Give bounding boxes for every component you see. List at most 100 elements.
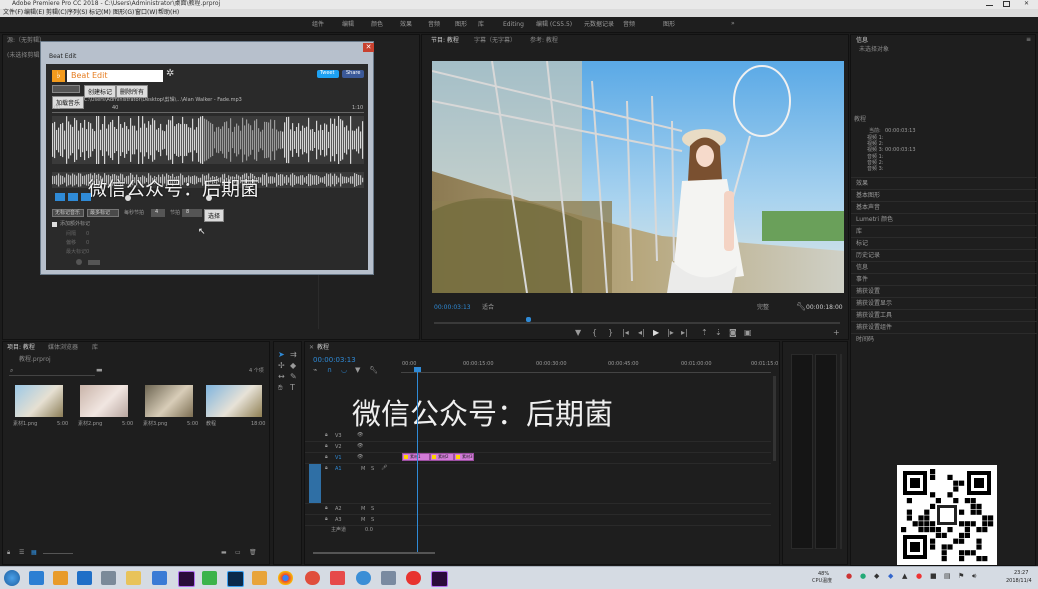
taskbar-ie-icon[interactable] [29,571,44,585]
workspace-tab[interactable]: Editing [503,22,524,28]
dropdown-small[interactable] [52,85,80,93]
workspace-tab[interactable]: 效果 [400,22,412,28]
share-button[interactable]: Share [342,70,364,78]
workspace-tab[interactable]: 音频 [623,22,635,28]
mark-out-icon[interactable]: } [608,329,613,337]
project-item[interactable]: 教程 18:00 [204,385,265,431]
comparison-view-icon[interactable]: ▣ [744,329,752,337]
beat-edit-close-button[interactable]: ✕ [363,43,374,52]
workspace-tab[interactable]: 音频 [428,22,440,28]
selection-tool-icon[interactable]: ➤ [278,351,285,359]
icon-view-icon[interactable]: ▦ [31,550,37,556]
taskbar-premiere-icon[interactable] [431,571,448,587]
video-track[interactable]: 🔒︎ V3 👁︎ [305,431,771,442]
delete-icon[interactable]: 🗑︎ [249,550,257,556]
step-back-icon[interactable]: ◂| [638,329,645,337]
track-lock-icon[interactable]: 🔒︎ [325,506,328,511]
resolution-select[interactable]: 完整 [757,305,769,311]
menu-window[interactable]: 窗口(W) [135,10,158,16]
linked-selection-icon[interactable]: ∩ [327,367,332,374]
extract-icon[interactable]: ⇣ [715,329,722,337]
project-item[interactable]: 素材3.png 5:00 [143,385,198,431]
program-timecode[interactable]: 00:00:03:13 [434,305,471,311]
track-lock-icon[interactable]: 🔒︎ [325,444,328,449]
master-track[interactable]: 主声道 0.0 [305,526,771,536]
settings-gear-icon[interactable]: ✲ [166,68,174,79]
mark-in-icon[interactable]: { [592,329,597,337]
play-icon[interactable]: ▶ [653,329,659,337]
new-item-icon[interactable]: ▭ [235,550,241,556]
taskbar-premiere-icon[interactable] [178,571,195,587]
tray-icons[interactable]: ● ● ◆ ◆ ▲ ● ■ ▤ ⚑ 🔊︎ [846,573,996,583]
panel-menu-icon[interactable]: ≡ [1026,37,1031,43]
apply-button[interactable]: 选择 [204,209,225,222]
add-marker-timeline-icon[interactable]: ▼ [355,367,360,374]
menu-marker[interactable]: 标记(M) [89,10,111,16]
more-workspaces-icon[interactable]: » [731,21,735,27]
tray-app-icon[interactable]: ◆ [888,573,893,580]
zoom-slider[interactable] [43,553,73,554]
taskbar-app-icon[interactable] [305,571,320,585]
pen-tool-icon[interactable]: ✎ [290,373,297,381]
audio-track[interactable]: 🔒︎ A2 M S [305,504,771,515]
track-select-tool-icon[interactable]: ⇉ [290,351,297,359]
go-to-in-icon[interactable]: |◂ [622,329,629,337]
add-button-icon[interactable]: + [833,329,840,337]
search-input[interactable]: ⌕ [9,367,95,376]
track-lock-icon[interactable]: 🔒︎ [325,466,328,471]
tray-app-icon[interactable]: ▲ [902,573,907,580]
program-scrub-bar[interactable] [434,322,840,324]
beat-field[interactable]: 8 [182,209,202,217]
track-eye-icon[interactable]: 👁︎ [357,455,363,460]
list-view-icon[interactable]: ☰ [19,550,24,556]
taskbar-wechat-icon[interactable] [202,571,217,585]
marker-mode-select[interactable]: 无标记音乐 [52,209,84,217]
tab-project[interactable]: 项目: 教程 [7,345,35,351]
timeline-clip[interactable]: 素材2 [430,453,454,461]
workspace-tab[interactable]: 元数据记录 [584,22,614,28]
taskbar-chrome-icon[interactable] [278,571,293,585]
audio-track[interactable]: 🔒︎ A3 M S [305,515,771,526]
new-bin-icon[interactable]: ▬ [221,550,227,556]
maximize-icon[interactable] [1003,1,1010,7]
add-marker-icon[interactable]: ▼ [575,329,581,337]
close-icon[interactable]: ✕ [1024,1,1029,7]
video-track[interactable]: 🔒︎ V1 👁︎ [305,453,771,464]
go-to-out-icon[interactable]: ▸| [681,329,688,337]
slip-tool-icon[interactable]: ↔ [278,373,285,381]
timeline-timecode[interactable]: 00:00:03:13 [313,357,356,364]
taskbar-app-icon[interactable] [330,571,345,585]
solo-button[interactable]: S [371,518,374,523]
menu-help[interactable]: 帮助(H) [158,10,179,16]
horizontal-scrollbar[interactable] [313,552,435,554]
timeline-sequence-tab[interactable]: 教程 [317,345,329,351]
playhead-handle[interactable] [414,367,421,372]
option-slider[interactable] [88,260,100,265]
transport-start-button[interactable] [55,193,65,201]
panel-list-item[interactable]: 时间码 [851,333,1037,346]
vertical-scrollbar[interactable] [773,376,776,461]
beats-per-second-field[interactable]: 4 [151,209,165,217]
tray-flag-icon[interactable]: ⚑ [958,573,964,580]
lift-icon[interactable]: ⇡ [701,329,708,337]
tray-app-icon[interactable]: ● [916,573,922,580]
snap-icon[interactable]: ⌁ [313,367,317,374]
transport-end-button[interactable] [81,193,91,201]
position-handle-right[interactable] [206,195,212,201]
tab-libraries[interactable]: 库 [92,345,98,351]
workspace-tab[interactable]: 图形 [455,22,467,28]
taskbar-weibo-icon[interactable] [406,571,421,585]
clock-time[interactable]: 23:27 [1014,571,1028,576]
taskbar-photoshop-icon[interactable] [227,571,244,587]
track-eye-icon[interactable]: 👁︎ [357,444,363,449]
marker-count-select[interactable]: 最多标记 [87,209,119,217]
track-eye-icon[interactable]: 👁︎ [357,433,363,438]
taskbar-app-icon[interactable] [356,571,371,585]
taskbar-app-icon[interactable] [252,571,267,585]
menu-clip[interactable]: 剪辑(C) [46,10,67,16]
tray-network-icon[interactable]: ▤ [944,573,951,580]
playhead-line[interactable] [417,368,418,554]
transport-play-button[interactable] [68,193,78,201]
taskbar-chat-icon[interactable] [53,571,68,585]
menu-edit[interactable]: 编辑(E) [24,10,44,16]
